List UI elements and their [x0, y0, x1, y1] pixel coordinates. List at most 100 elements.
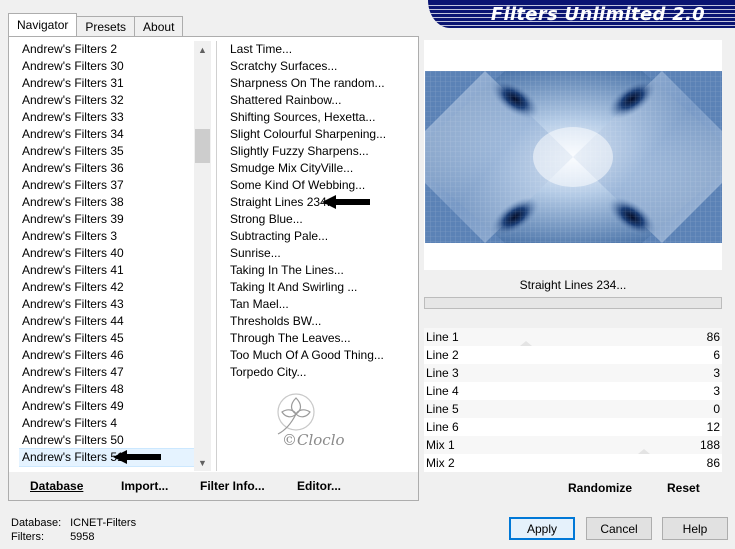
- param-value: 3: [713, 384, 720, 398]
- database-value: ICNET-Filters: [70, 517, 137, 529]
- randomize-button[interactable]: Randomize: [568, 481, 632, 495]
- filter-item[interactable]: Through The Leaves...: [227, 330, 412, 347]
- category-item[interactable]: Andrew's Filters 35: [19, 143, 194, 160]
- tab-bar: Navigator Presets About: [8, 13, 184, 36]
- editor-button[interactable]: Editor...: [297, 479, 341, 493]
- scroll-down-icon[interactable]: ▼: [194, 454, 211, 471]
- param-value: 86: [706, 456, 720, 470]
- category-item[interactable]: Andrew's Filters 45: [19, 330, 194, 347]
- category-item[interactable]: Andrew's Filters 30: [19, 58, 194, 75]
- filter-item[interactable]: Too Much Of A Good Thing...: [227, 347, 412, 364]
- param-value: 0: [713, 402, 720, 416]
- param-button-strip: Randomize Reset: [424, 474, 722, 500]
- param-value: 86: [706, 330, 720, 344]
- scroll-thumb[interactable]: [195, 129, 210, 163]
- category-item[interactable]: Andrew's Filters 33: [19, 109, 194, 126]
- filter-list[interactable]: Last Time... Scratchy Surfaces... Sharpnes…: [227, 41, 412, 381]
- category-item[interactable]: Andrew's Filters 44: [19, 313, 194, 330]
- database-info: Database: ICNET-Filters Filters: 5958: [11, 516, 136, 544]
- param-slider-row[interactable]: Line 1 86: [424, 328, 722, 346]
- filter-item[interactable]: Subtracting Pale...: [227, 228, 412, 245]
- filter-item[interactable]: Thresholds BW...: [227, 313, 412, 330]
- param-value: 12: [706, 420, 720, 434]
- category-item[interactable]: Andrew's Filters 49: [19, 398, 194, 415]
- param-label: Line 2: [426, 348, 459, 362]
- category-scrollbar[interactable]: ▲ ▼: [194, 41, 211, 471]
- filter-item[interactable]: Some Kind Of Webbing...: [227, 177, 412, 194]
- scroll-up-icon[interactable]: ▲: [194, 41, 211, 58]
- filter-item[interactable]: Sunrise...: [227, 245, 412, 262]
- filter-item[interactable]: Last Time...: [227, 41, 412, 58]
- database-button[interactable]: Database: [30, 479, 83, 493]
- filter-item[interactable]: Slight Colourful Sharpening...: [227, 126, 412, 143]
- help-button[interactable]: Help: [662, 517, 728, 540]
- app-title: Filters Unlimited 2.0: [490, 4, 705, 25]
- tab-navigator[interactable]: Navigator: [8, 13, 78, 36]
- category-item[interactable]: Andrew's Filters 39: [19, 211, 194, 228]
- category-item[interactable]: Andrew's Filters 42: [19, 279, 194, 296]
- category-item[interactable]: Andrew's Filters 51: [19, 448, 194, 467]
- category-item[interactable]: Andrew's Filters 46: [19, 347, 194, 364]
- filter-item[interactable]: Tan Mael...: [227, 296, 412, 313]
- category-item[interactable]: Andrew's Filters 2: [19, 41, 194, 58]
- title-banner: Filters Unlimited 2.0: [428, 0, 735, 28]
- tab-about[interactable]: About: [134, 16, 184, 36]
- apply-button[interactable]: Apply: [509, 517, 575, 540]
- filter-item[interactable]: Sharpness On The random...: [227, 75, 412, 92]
- filters-count: 5958: [70, 531, 95, 543]
- filter-item[interactable]: Shattered Rainbow...: [227, 92, 412, 109]
- tab-presets[interactable]: Presets: [76, 16, 136, 36]
- param-slider-row[interactable]: Line 2 6: [424, 346, 722, 364]
- category-item[interactable]: Andrew's Filters 34: [19, 126, 194, 143]
- watermark-logo: ©Cloclo: [277, 393, 345, 449]
- filter-item[interactable]: Torpedo City...: [227, 364, 412, 381]
- param-slider-row[interactable]: Mix 1 188: [424, 436, 722, 454]
- category-item[interactable]: Andrew's Filters 3: [19, 228, 194, 245]
- param-slider-row[interactable]: Line 6 12: [424, 418, 722, 436]
- filter-preview-image: [425, 71, 722, 243]
- filters-label: Filters:: [11, 531, 44, 543]
- category-list[interactable]: Andrew's Filters 2 Andrew's Filters 30 And…: [19, 41, 194, 471]
- reset-button[interactable]: Reset: [667, 481, 700, 495]
- param-label: Mix 2: [426, 456, 455, 470]
- parameter-list: Line 1 86 Line 2 6 Line 3 3 Line 4 3 Line 5 0 Line…: [424, 328, 722, 472]
- param-label: Line 3: [426, 366, 459, 380]
- progress-bar: [424, 297, 722, 309]
- filter-item[interactable]: Taking In The Lines...: [227, 262, 412, 279]
- param-label: Mix 1: [426, 438, 455, 452]
- param-slider-row[interactable]: Line 4 3: [424, 382, 722, 400]
- list-button-strip: Database Import... Filter Info... Editor…: [9, 472, 418, 500]
- category-item[interactable]: Andrew's Filters 36: [19, 160, 194, 177]
- filter-item[interactable]: Strong Blue...: [227, 211, 412, 228]
- filter-info-button[interactable]: Filter Info...: [200, 479, 265, 493]
- param-slider-row[interactable]: Line 5 0: [424, 400, 722, 418]
- param-value: 6: [713, 348, 720, 362]
- param-value: 188: [699, 438, 720, 452]
- category-item[interactable]: Andrew's Filters 41: [19, 262, 194, 279]
- arrow-left-icon: [322, 195, 370, 209]
- category-item[interactable]: Andrew's Filters 50: [19, 432, 194, 449]
- category-item[interactable]: Andrew's Filters 32: [19, 92, 194, 109]
- filter-item[interactable]: Shifting Sources, Hexetta...: [227, 109, 412, 126]
- cancel-button[interactable]: Cancel: [586, 517, 652, 540]
- arrow-left-icon: [113, 450, 161, 464]
- category-item[interactable]: Andrew's Filters 38: [19, 194, 194, 211]
- selected-filter-name: Straight Lines 234...: [424, 274, 722, 296]
- filter-item[interactable]: Taking It And Swirling ...: [227, 279, 412, 296]
- filter-item[interactable]: Smudge Mix CityVille...: [227, 160, 412, 177]
- category-item[interactable]: Andrew's Filters 40: [19, 245, 194, 262]
- category-item[interactable]: Andrew's Filters 37: [19, 177, 194, 194]
- category-item[interactable]: Andrew's Filters 31: [19, 75, 194, 92]
- param-slider-row[interactable]: Mix 2 86: [424, 454, 722, 472]
- category-item[interactable]: Andrew's Filters 4: [19, 415, 194, 432]
- database-label: Database:: [11, 517, 62, 529]
- category-item[interactable]: Andrew's Filters 43: [19, 296, 194, 313]
- filter-item[interactable]: Scratchy Surfaces...: [227, 58, 412, 75]
- category-item[interactable]: Andrew's Filters 47: [19, 364, 194, 381]
- param-slider-row[interactable]: Line 3 3: [424, 364, 722, 382]
- import-button[interactable]: Import...: [121, 479, 168, 493]
- filter-item[interactable]: Straight Lines 234...: [227, 194, 412, 211]
- filter-item[interactable]: Slightly Fuzzy Sharpens...: [227, 143, 412, 160]
- category-item[interactable]: Andrew's Filters 48: [19, 381, 194, 398]
- param-value: 3: [713, 366, 720, 380]
